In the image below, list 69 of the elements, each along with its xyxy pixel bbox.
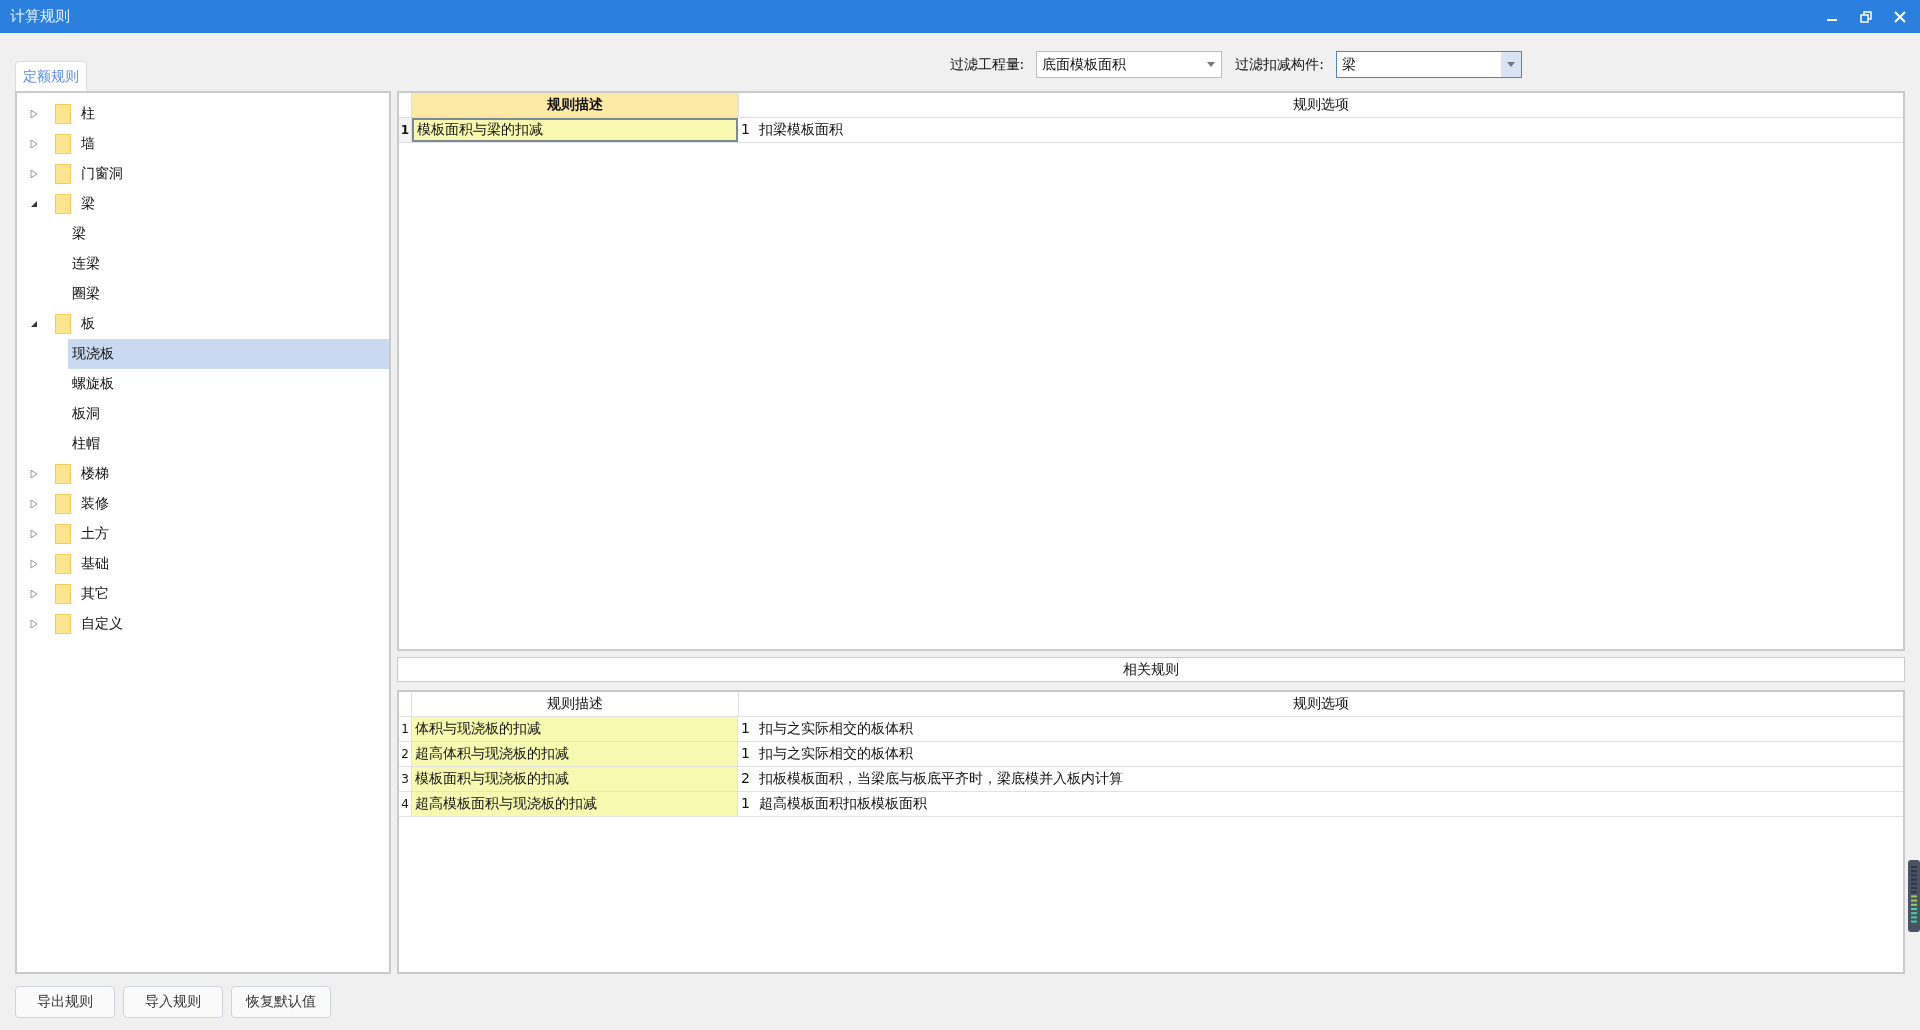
tree-item[interactable]: 板洞 — [68, 399, 389, 429]
folder-icon — [55, 134, 71, 154]
folder-icon — [55, 584, 71, 604]
collapse-arrow-icon[interactable] — [29, 320, 39, 328]
tree-item[interactable]: 门窗洞 — [17, 159, 389, 189]
tree-item[interactable]: 土方 — [17, 519, 389, 549]
column-header[interactable]: 规则描述 — [412, 692, 739, 716]
table-cell[interactable]: 1 扣与之实际相交的板体积 — [738, 717, 1903, 741]
action-button[interactable]: 导入规则 — [123, 986, 223, 1018]
expand-arrow-icon[interactable] — [29, 529, 39, 539]
caret-icon — [1507, 62, 1515, 67]
tree-item[interactable]: 墙 — [17, 129, 389, 159]
tree-item[interactable]: 自定义 — [17, 609, 389, 639]
expand-arrow-icon[interactable] — [29, 499, 39, 509]
expand-arrow-icon[interactable] — [29, 469, 39, 479]
close-icon[interactable] — [1894, 10, 1906, 23]
table-cell[interactable]: 1 超高模板面积扣板模板面积 — [738, 792, 1903, 816]
table-cell[interactable]: 模板面积与现浇板的扣减 — [412, 767, 738, 791]
table-cell[interactable]: 2 扣板模板面积，当梁底与板底平齐时，梁底模并入板内计算 — [738, 767, 1903, 791]
table-cell[interactable]: 1 扣与之实际相交的板体积 — [738, 742, 1903, 766]
tree-item[interactable]: 基础 — [17, 549, 389, 579]
tree-item[interactable]: 圈梁 — [68, 279, 389, 309]
column-header[interactable]: 规则选项 — [739, 93, 1903, 117]
tree-item[interactable]: 连梁 — [68, 249, 389, 279]
action-button[interactable]: 恢复默认值 — [231, 986, 331, 1018]
tree-item[interactable]: 板 — [17, 309, 389, 339]
folder-icon — [55, 464, 71, 484]
expand-arrow-icon[interactable] — [29, 169, 39, 179]
tree-item[interactable]: 柱 — [17, 99, 389, 129]
level-meter-icon — [1908, 860, 1920, 932]
tree-item[interactable]: 螺旋板 — [68, 369, 389, 399]
tree-item[interactable]: 其它 — [17, 579, 389, 609]
folder-icon — [55, 314, 71, 334]
expand-arrow-icon[interactable] — [29, 139, 39, 149]
folder-icon — [55, 614, 71, 634]
restore-icon[interactable] — [1860, 10, 1872, 23]
table-cell[interactable]: 超高体积与现浇板的扣减 — [412, 742, 738, 766]
tree-item[interactable]: 梁 — [68, 219, 389, 249]
table-cell[interactable]: 模板面积与梁的扣减 — [412, 118, 738, 142]
filter-dropdown[interactable]: 底面模板面积 — [1036, 51, 1223, 78]
tree-item[interactable]: 装修 — [17, 489, 389, 519]
column-header[interactable]: 规则选项 — [739, 692, 1903, 716]
tree-item[interactable]: 现浇板 — [68, 339, 389, 369]
row-number: 1 — [399, 118, 412, 142]
folder-icon — [55, 164, 71, 184]
folder-icon — [55, 524, 71, 544]
expand-arrow-icon[interactable] — [29, 559, 39, 569]
folder-icon — [55, 494, 71, 514]
tree-item[interactable]: 楼梯 — [17, 459, 389, 489]
folder-icon — [55, 554, 71, 574]
section-header: 相关规则 — [397, 657, 1905, 682]
collapse-arrow-icon[interactable] — [29, 200, 39, 208]
filter-dropdown[interactable]: 梁 — [1336, 51, 1522, 78]
expand-arrow-icon[interactable] — [29, 619, 39, 629]
folder-icon — [55, 194, 71, 214]
column-header[interactable]: 规则描述 — [412, 93, 739, 117]
table-cell[interactable]: 超高模板面积与现浇板的扣减 — [412, 792, 738, 816]
tree-item[interactable]: 柱帽 — [68, 429, 389, 459]
caret-icon — [1207, 62, 1216, 67]
table-cell[interactable]: 1 扣梁模板面积 — [738, 118, 1903, 142]
folder-icon — [55, 104, 71, 124]
expand-arrow-icon[interactable] — [29, 109, 39, 119]
table-cell[interactable]: 体积与现浇板的扣减 — [412, 717, 738, 741]
window-title: 计算规则 — [10, 7, 70, 26]
filter-label: 过滤工程量: — [949, 55, 1025, 74]
expand-arrow-icon[interactable] — [29, 589, 39, 599]
filter-label: 过滤扣减构件: — [1235, 55, 1324, 74]
tree-item[interactable]: 梁 — [17, 189, 389, 219]
action-button[interactable]: 导出规则 — [15, 986, 115, 1018]
